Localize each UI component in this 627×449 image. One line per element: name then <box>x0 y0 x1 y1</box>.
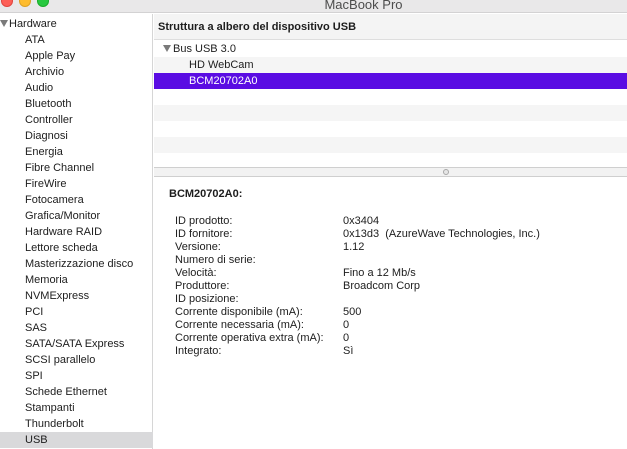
sidebar-item-pci[interactable]: PCI <box>0 304 153 320</box>
sidebar-item-label: Fotocamera <box>25 194 84 206</box>
sidebar-item-label: PCI <box>25 306 44 318</box>
sidebar-item-apple-pay[interactable]: Apple Pay <box>0 48 153 64</box>
disclosure-triangle-icon[interactable] <box>163 45 171 52</box>
sidebar-item-bluetooth[interactable]: Bluetooth <box>0 96 153 112</box>
window-title: MacBook Pro <box>324 0 403 12</box>
sidebar-group-label: Hardware <box>9 18 57 30</box>
sidebar: Hardware ATA Apple Pay Archivio Audio Bl… <box>0 14 153 449</box>
prop-value: 0 <box>343 332 350 344</box>
prop-label: ID prodotto: <box>175 215 233 227</box>
sidebar-item-label: Memoria <box>25 274 68 286</box>
sidebar-item-fibre-channel[interactable]: Fibre Channel <box>0 160 153 176</box>
sidebar-item-scsi-parallelo[interactable]: SCSI parallelo <box>0 352 153 368</box>
sidebar-item-label: FireWire <box>25 178 67 190</box>
sidebar-item-diagnosi[interactable]: Diagnosi <box>0 128 153 144</box>
prop-value: 0 <box>343 319 350 331</box>
tree-row-device-selected[interactable]: BCM20702A0 <box>154 73 627 89</box>
sidebar-item-label: Controller <box>25 114 73 126</box>
sidebar-item-nvmexpress[interactable]: NVMExpress <box>0 288 153 304</box>
title-bar: MacBook Pro <box>0 0 627 13</box>
tree-row-empty <box>154 89 627 105</box>
sidebar-item-label: SATA/SATA Express <box>25 338 125 350</box>
prop-value: Fino a 12 Mb/s <box>343 267 416 279</box>
sidebar-item-label: SPI <box>25 370 43 382</box>
disclosure-triangle-icon[interactable] <box>0 20 8 27</box>
sidebar-item-label: ATA <box>25 34 45 46</box>
splitter-handle-icon[interactable] <box>443 169 449 175</box>
split-view-divider[interactable] <box>154 167 627 177</box>
sidebar-item-label: Schede Ethernet <box>25 386 107 398</box>
sidebar-item-label: Energia <box>25 146 63 158</box>
sidebar-item-lettore-scheda[interactable]: Lettore scheda <box>0 240 153 256</box>
sidebar-item-label: Bluetooth <box>25 98 72 110</box>
prop-value: 0x3404 <box>343 215 380 227</box>
prop-value: Sì <box>343 345 354 357</box>
sidebar-item-label: NVMExpress <box>25 290 90 302</box>
tree-row-device[interactable]: HD WebCam <box>154 57 627 73</box>
sidebar-item-stampanti[interactable]: Stampanti <box>0 400 153 416</box>
prop-value: Broadcom Corp <box>343 280 421 292</box>
tree-bus-label: Bus USB 3.0 <box>173 43 236 55</box>
sidebar-item-controller[interactable]: Controller <box>0 112 153 128</box>
sidebar-item-grafica-monitor[interactable]: Grafica/Monitor <box>0 208 153 224</box>
sidebar-item-usb[interactable]: USB <box>0 432 153 448</box>
prop-label: ID fornitore: <box>175 228 233 240</box>
detail-title: BCM20702A0: <box>169 188 243 200</box>
sidebar-item-label: Lettore scheda <box>25 242 98 254</box>
sidebar-item-masterizzazione-disco[interactable]: Masterizzazione disco <box>0 256 153 272</box>
tree-row-empty <box>154 137 627 153</box>
sidebar-item-label: SAS <box>25 322 48 334</box>
sidebar-item-label: Stampanti <box>25 402 75 414</box>
sidebar-item-sata-express[interactable]: SATA/SATA Express <box>0 336 153 352</box>
prop-value: 0x13d3 (AzureWave Technologies, Inc.) <box>343 228 540 240</box>
tree-device-label: HD WebCam <box>189 59 254 71</box>
sidebar-item-label: USB <box>25 434 48 446</box>
prop-label: Corrente operativa extra (mA): <box>175 332 324 344</box>
sidebar-item-firewire[interactable]: FireWire <box>0 176 153 192</box>
sidebar-item-archivio[interactable]: Archivio <box>0 64 153 80</box>
sidebar-item-label: Fibre Channel <box>25 162 95 174</box>
sidebar-item-spi[interactable]: SPI <box>0 368 153 384</box>
usb-device-tree: Bus USB 3.0 HD WebCam BCM20702A0 <box>154 41 627 167</box>
sidebar-item-fotocamera[interactable]: Fotocamera <box>0 192 153 208</box>
sidebar-item-energia[interactable]: Energia <box>0 144 153 160</box>
sidebar-item-label: Hardware RAID <box>25 226 103 238</box>
sidebar-group-hardware[interactable]: Hardware <box>0 16 153 32</box>
prop-label: Velocità: <box>175 267 217 279</box>
sidebar-item-schede-ethernet[interactable]: Schede Ethernet <box>0 384 153 400</box>
prop-label: Integrato: <box>175 345 222 357</box>
sidebar-item-label: SCSI parallelo <box>25 354 96 366</box>
sidebar-item-memoria[interactable]: Memoria <box>0 272 153 288</box>
prop-label: Produttore: <box>175 280 230 292</box>
sidebar-item-hardware-raid[interactable]: Hardware RAID <box>0 224 153 240</box>
sidebar-item-label: Apple Pay <box>25 50 76 62</box>
prop-value: 1.12 <box>343 241 365 253</box>
prop-label: ID posizione: <box>175 293 239 305</box>
sidebar-item-label: Grafica/Monitor <box>25 210 101 222</box>
tree-row-bus[interactable]: Bus USB 3.0 <box>154 41 627 57</box>
sidebar-item-label: Thunderbolt <box>25 418 84 430</box>
sidebar-item-sas[interactable]: SAS <box>0 320 153 336</box>
sidebar-item-thunderbolt[interactable]: Thunderbolt <box>0 416 153 432</box>
prop-label: Corrente necessaria (mA): <box>175 319 304 331</box>
tree-row-empty <box>154 121 627 137</box>
sidebar-item-label: Diagnosi <box>25 130 68 142</box>
sidebar-item-label: Audio <box>25 82 54 94</box>
tree-device-label: BCM20702A0 <box>189 75 258 87</box>
sidebar-item-label: Archivio <box>25 66 65 78</box>
prop-value: 500 <box>343 306 362 318</box>
detail-pane: BCM20702A0: ID prodotto: 0x3404 ID forni… <box>154 177 627 449</box>
prop-label: Numero di serie: <box>175 254 256 266</box>
tree-header: Struttura a albero del dispositivo USB <box>154 14 627 40</box>
prop-label: Corrente disponibile (mA): <box>175 306 303 318</box>
sidebar-item-label: Masterizzazione disco <box>25 258 134 270</box>
sidebar-item-ata[interactable]: ATA <box>0 32 153 48</box>
tree-row-empty <box>154 105 627 121</box>
sidebar-item-audio[interactable]: Audio <box>0 80 153 96</box>
prop-label: Versione: <box>175 241 221 253</box>
